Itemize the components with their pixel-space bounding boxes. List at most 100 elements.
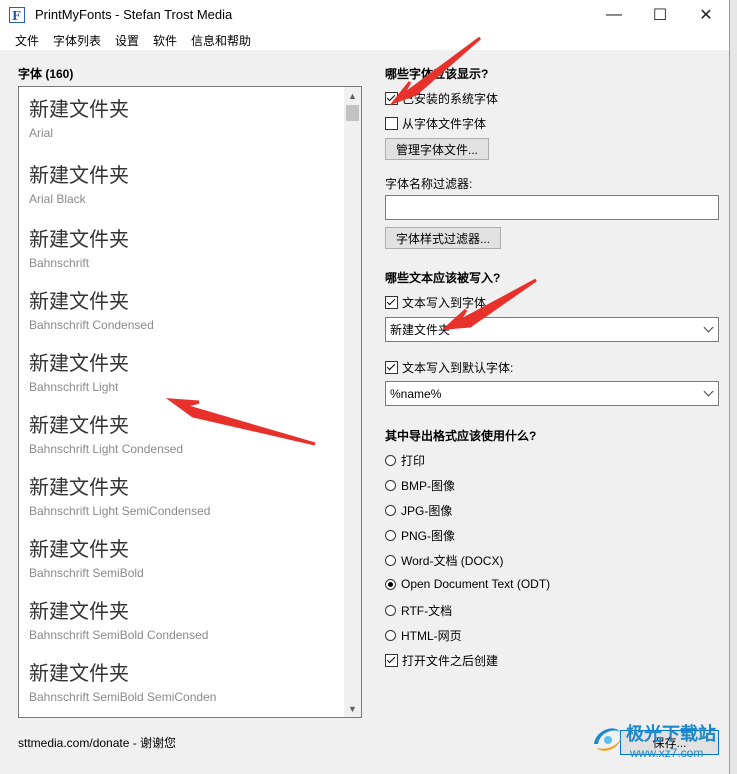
export-option-label: Word-文档 (DOCX)	[401, 554, 504, 568]
font-name: Bahnschrift SemiBold Condensed	[29, 628, 209, 642]
font-sample-text: 新建文件夹	[29, 163, 129, 187]
export-option-label: PNG-图像	[401, 529, 456, 543]
background-edge	[730, 0, 737, 774]
list-item[interactable]: 新建文件夹 Bahnschrift Light	[29, 347, 129, 394]
radio-icon	[385, 630, 396, 641]
text-dropdown[interactable]: 新建文件夹	[385, 317, 719, 342]
font-files-label: 从字体文件字体	[402, 117, 487, 131]
font-sample-text: 新建文件夹	[29, 351, 129, 375]
menu-info-help[interactable]: 信息和帮助	[191, 32, 251, 49]
export-option-docx[interactable]: Word-文档 (DOCX)	[385, 552, 503, 569]
font-sample-text: 新建文件夹	[29, 599, 129, 623]
menu-software[interactable]: 软件	[153, 32, 177, 49]
export-option-label: HTML-网页	[401, 629, 462, 643]
write-default-label: 文本写入到默认字体:	[402, 361, 514, 375]
close-icon: ✕	[699, 7, 713, 24]
font-name-filter-input[interactable]	[385, 195, 719, 220]
radio-icon	[385, 530, 396, 541]
open-after-create-checkbox[interactable]: 打开文件之后创建	[385, 652, 498, 669]
checkbox-unchecked-icon	[385, 117, 398, 130]
export-option-png[interactable]: PNG-图像	[385, 527, 455, 544]
installed-fonts-checkbox[interactable]: 已安装的系统字体	[385, 90, 498, 107]
menu-settings[interactable]: 设置	[115, 32, 139, 49]
checkbox-checked-icon	[385, 296, 398, 309]
checkbox-checked-icon	[385, 654, 398, 667]
app-window: F PrintMyFonts - Stefan Trost Media — ☐ …	[0, 0, 730, 774]
write-default-checkbox[interactable]: 文本写入到默认字体:	[385, 359, 513, 376]
list-item[interactable]: 新建文件夹 Bahnschrift Light SemiCondensed	[29, 471, 210, 518]
export-option-label: 打印	[401, 454, 426, 468]
font-files-checkbox[interactable]: 从字体文件字体	[385, 115, 486, 132]
list-item[interactable]: 新建文件夹 Bahnschrift SemiBold SemiConden	[29, 657, 216, 704]
export-option-label: Open Document Text (ODT)	[401, 577, 551, 591]
watermark: 极光下载站 www.xz7.com	[590, 716, 730, 774]
font-name: Bahnschrift Light Condensed	[29, 442, 184, 456]
minimize-button[interactable]: —	[591, 0, 637, 30]
write-to-font-checkbox[interactable]: 文本写入到字体	[385, 294, 486, 311]
font-list-title: 字体 (160)	[18, 67, 74, 81]
list-item[interactable]: 新建文件夹 Bahnschrift	[29, 223, 129, 270]
font-style-filter-button[interactable]: 字体样式过滤器...	[385, 227, 501, 249]
app-icon: F	[9, 7, 25, 23]
manage-font-files-button[interactable]: 管理字体文件...	[385, 138, 489, 160]
font-sample-text: 新建文件夹	[29, 537, 129, 561]
list-item[interactable]: 新建文件夹 Bahnschrift SemiBold Condensed	[29, 595, 208, 642]
font-name: Arial Black	[29, 192, 86, 206]
list-item[interactable]: 新建文件夹 Bahnschrift SemiBold	[29, 533, 144, 580]
font-name: Bahnschrift SemiBold SemiConden	[29, 690, 217, 704]
export-option-odt[interactable]: Open Document Text (ODT)	[385, 577, 550, 591]
export-format-title: 其中导出格式应该使用什么?	[385, 429, 537, 443]
export-option-label: RTF-文档	[401, 604, 453, 618]
watermark-text: 极光下载站	[626, 724, 716, 744]
maximize-icon: ☐	[652, 7, 668, 24]
installed-fonts-label: 已安装的系统字体	[402, 92, 499, 106]
open-after-create-label: 打开文件之后创建	[402, 654, 499, 668]
font-name: Bahnschrift Light SemiCondensed	[29, 504, 211, 518]
font-name: Bahnschrift SemiBold	[29, 566, 144, 580]
font-list-scrollbar[interactable]: ▲ ▼	[344, 87, 361, 717]
watermark-logo-icon	[594, 728, 621, 751]
window-title: PrintMyFonts - Stefan Trost Media	[35, 7, 233, 22]
checkbox-checked-icon	[385, 92, 398, 105]
which-text-title: 哪些文本应该被写入?	[385, 271, 501, 285]
scroll-thumb[interactable]	[346, 105, 359, 121]
write-to-font-label: 文本写入到字体	[402, 296, 487, 310]
font-name: Bahnschrift Condensed	[29, 318, 154, 332]
maximize-button[interactable]: ☐	[637, 0, 683, 30]
title-bar: F PrintMyFonts - Stefan Trost Media — ☐ …	[0, 0, 729, 30]
donate-link[interactable]: sttmedia.com/donate - 谢谢您	[18, 734, 176, 751]
scroll-down-icon[interactable]: ▼	[344, 700, 361, 717]
menu-file[interactable]: 文件	[15, 32, 39, 49]
font-sample-text: 新建文件夹	[29, 413, 129, 437]
radio-icon	[385, 505, 396, 516]
list-item[interactable]: 新建文件夹 Bahnschrift Condensed	[29, 285, 154, 332]
export-option-print[interactable]: 打印	[385, 452, 425, 469]
text-dropdown-value: 新建文件夹	[390, 323, 451, 337]
checkbox-checked-icon	[385, 361, 398, 374]
radio-icon	[385, 455, 396, 466]
font-name: Arial	[29, 126, 54, 140]
font-sample-text: 新建文件夹	[29, 97, 129, 121]
radio-icon	[385, 480, 396, 491]
which-fonts-title: 哪些字体应该显示?	[385, 67, 489, 81]
minimize-icon: —	[606, 6, 622, 23]
radio-icon	[385, 605, 396, 616]
export-option-bmp[interactable]: BMP-图像	[385, 477, 455, 494]
export-option-html[interactable]: HTML-网页	[385, 627, 462, 644]
default-text-dropdown[interactable]: %name%	[385, 381, 719, 406]
radio-selected-icon	[385, 578, 396, 590]
menu-font-list[interactable]: 字体列表	[53, 32, 101, 49]
font-sample-text: 新建文件夹	[29, 661, 129, 685]
menu-bar: 文件 字体列表 设置 软件 信息和帮助	[0, 30, 729, 50]
list-item[interactable]: 新建文件夹 Bahnschrift Light Condensed	[29, 409, 183, 456]
list-item[interactable]: 新建文件夹 Arial Black	[29, 159, 129, 206]
font-name: Bahnschrift	[29, 256, 90, 270]
font-sample-text: 新建文件夹	[29, 475, 129, 499]
export-option-jpg[interactable]: JPG-图像	[385, 502, 452, 519]
export-option-rtf[interactable]: RTF-文档	[385, 602, 452, 619]
close-button[interactable]: ✕	[683, 0, 729, 30]
list-item[interactable]: 新建文件夹 Arial	[29, 93, 129, 140]
default-text-dropdown-value: %name%	[390, 386, 442, 401]
scroll-up-icon[interactable]: ▲	[344, 87, 361, 104]
font-list[interactable]: 新建文件夹 Arial 新建文件夹 Arial Black 新建文件夹 Bahn…	[18, 86, 362, 718]
